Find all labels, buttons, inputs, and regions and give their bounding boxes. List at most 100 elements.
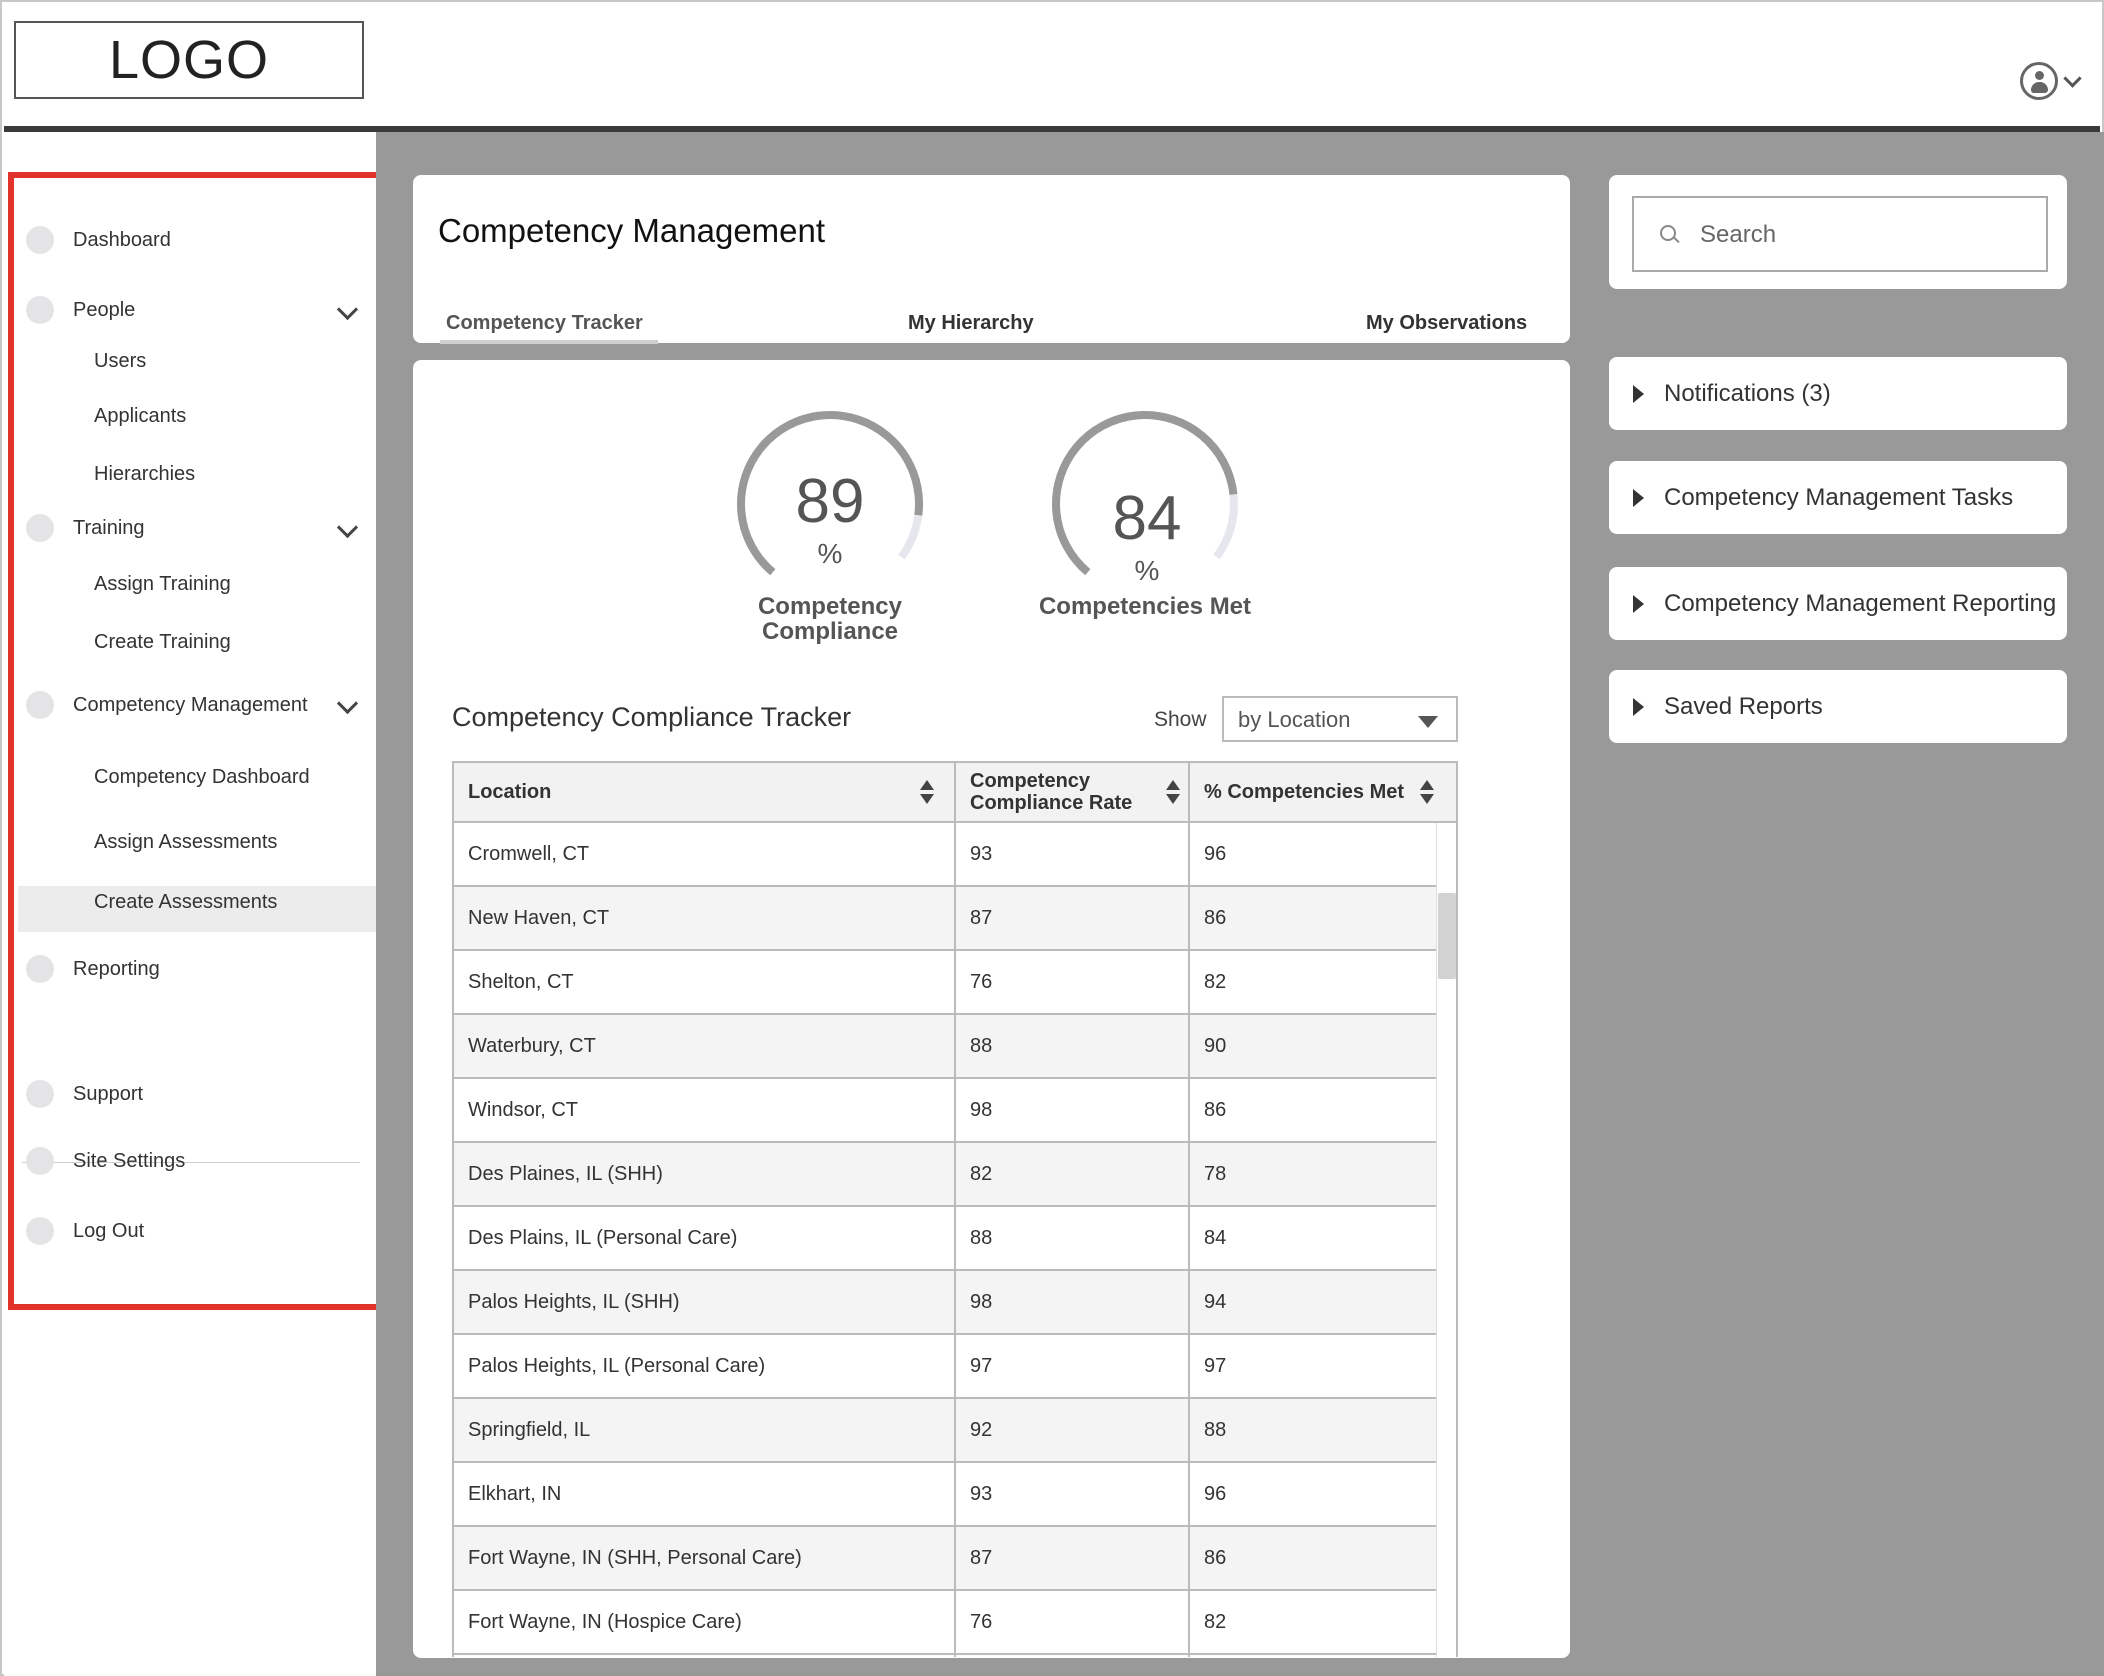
table-row[interactable]: New Haven, CT 87 86 (454, 887, 1436, 951)
chevron-down-icon[interactable] (336, 516, 359, 539)
expand-triangle-icon (1633, 697, 1644, 716)
chevron-down-icon[interactable] (2063, 68, 2082, 88)
sidebar-item-site-settings[interactable]: Site Settings (26, 1147, 185, 1175)
cell-competencies-met: 88 (1204, 1418, 1227, 1441)
circle-icon (26, 955, 54, 983)
circle-icon (26, 514, 54, 542)
search-box[interactable] (1632, 196, 2048, 272)
cell-location: Palos Heights, IL (Personal Care) (468, 1354, 766, 1377)
sidebar-item-dashboard[interactable]: Dashboard (26, 226, 171, 254)
show-label: Show (1154, 708, 1207, 731)
table-row[interactable]: Cromwell, CT 93 96 (454, 823, 1436, 887)
sidebar-item-applicants[interactable]: Applicants (94, 405, 186, 428)
cell-location: Fort Wayne, IN (SHH, Personal Care) (468, 1546, 802, 1569)
cell-location: Windsor, CT (468, 1098, 579, 1121)
competencies-met-unit: % (1134, 555, 1160, 586)
cell-competencies-met: 86 (1204, 906, 1227, 929)
column-header-compliance-rate[interactable]: Competency Compliance Rate (956, 763, 1188, 821)
search-input[interactable] (1698, 216, 2032, 254)
cell-location: Cromwell, CT (468, 842, 590, 865)
sidebar-item-competency-dashboard[interactable]: Competency Dashboard (94, 766, 310, 789)
table-row[interactable]: Des Plains, IL (Personal Care) 88 84 (454, 1207, 1436, 1271)
table-row[interactable]: Springfield, IL 92 88 (454, 1399, 1436, 1463)
sidebar-item-competency-management[interactable]: Competency Management (26, 691, 308, 719)
cell-location: Springfield, IL (468, 1418, 591, 1441)
active-tab-indicator (440, 340, 658, 344)
cell-competencies-met: 84 (1204, 1226, 1227, 1249)
panel-label: Competency Management Tasks (1664, 483, 2014, 511)
table-row[interactable]: Palos Heights, IL (SHH) 98 94 (454, 1271, 1436, 1335)
user-avatar-icon[interactable] (2020, 62, 2058, 100)
cell-compliance-rate: 82 (970, 1162, 993, 1185)
column-divider (1188, 763, 1190, 1657)
sidebar-item-assign-assessments[interactable]: Assign Assessments (94, 831, 277, 854)
user-menu[interactable] (2020, 56, 2100, 106)
cell-competencies-met: 78 (1204, 1162, 1227, 1185)
cell-location: Des Plains, IL (Personal Care) (468, 1226, 738, 1249)
tab-my-observations[interactable]: My Observations (1366, 312, 1527, 335)
sidebar-item-assign-training[interactable]: Assign Training (94, 573, 231, 596)
sort-icon[interactable] (920, 780, 934, 806)
cell-compliance-rate: 76 (970, 1610, 993, 1633)
show-select[interactable]: by Location (1222, 696, 1458, 742)
table-row[interactable]: Palos Heights, IL (Personal Care) 97 97 (454, 1335, 1436, 1399)
cell-location: New Haven, CT (468, 906, 610, 929)
sidebar-item-reporting[interactable]: Reporting (26, 955, 160, 983)
sidebar-item-label: Training (73, 516, 145, 539)
table-scrollbar-thumb[interactable] (1438, 893, 1456, 979)
circle-icon (26, 1217, 54, 1245)
sidebar-item-support[interactable]: Support (26, 1080, 143, 1108)
cell-compliance-rate: 88 (970, 1226, 993, 1249)
table-row[interactable]: Des Plaines, IL (SHH) 82 78 (454, 1143, 1436, 1207)
sidebar-item-create-training[interactable]: Create Training (94, 631, 231, 654)
circle-icon (26, 1080, 54, 1108)
sidebar-item-training[interactable]: Training (26, 514, 145, 542)
circle-icon (26, 691, 54, 719)
circle-icon (26, 296, 54, 324)
search-icon (1660, 225, 1676, 241)
sidebar-item-label: People (73, 298, 136, 321)
competencies-met-value: 84 (1112, 484, 1182, 553)
panel-saved-reports[interactable]: Saved Reports (1609, 670, 2067, 743)
cell-compliance-rate: 87 (970, 906, 993, 929)
table-row[interactable]: Shelton, CT 76 82 (454, 951, 1436, 1015)
cell-compliance-rate: 98 (970, 1290, 993, 1313)
panel-notifications[interactable]: Notifications (3) (1609, 357, 2067, 430)
cell-compliance-rate: 92 (970, 1418, 993, 1441)
sidebar-item-create-assessments[interactable]: Create Assessments (94, 891, 277, 914)
dropdown-arrow-icon (1418, 716, 1438, 728)
chevron-down-icon[interactable] (336, 692, 359, 715)
column-header-location[interactable]: Location (454, 763, 954, 821)
table-row[interactable]: Waterbury, CT 88 90 (454, 1015, 1436, 1079)
chevron-down-icon[interactable] (336, 298, 359, 321)
tab-competency-tracker[interactable]: Competency Tracker (446, 312, 643, 335)
panel-competency-management-reporting[interactable]: Competency Management Reporting (1609, 567, 2067, 640)
sidebar-item-hierarchies[interactable]: Hierarchies (94, 463, 195, 486)
column-header-label: Location (468, 780, 552, 803)
column-header-label-line2: Compliance Rate (970, 792, 1133, 814)
show-select-value: by Location (1238, 707, 1351, 732)
table-row[interactable]: Fort Wayne, IN (Hospice Care) 76 82 (454, 1591, 1436, 1655)
column-header-competencies-met[interactable]: % Competencies Met (1190, 763, 1450, 821)
sort-icon[interactable] (1166, 780, 1180, 806)
compliance-label: Competency Compliance (700, 594, 960, 644)
cell-competencies-met: 94 (1204, 1290, 1227, 1313)
circle-icon (26, 1147, 54, 1175)
logo[interactable]: LOGO (14, 21, 364, 99)
sidebar-item-log-out[interactable]: Log Out (26, 1217, 144, 1245)
panel-competency-management-tasks[interactable]: Competency Management Tasks (1609, 461, 2067, 534)
cell-compliance-rate: 76 (970, 970, 993, 993)
table-row[interactable]: Windsor, CT 98 86 (454, 1079, 1436, 1143)
tab-my-hierarchy[interactable]: My Hierarchy (908, 312, 1034, 335)
circle-icon (26, 226, 54, 254)
cell-location: Palos Heights, IL (SHH) (468, 1290, 680, 1313)
expand-triangle-icon (1633, 488, 1644, 507)
sidebar-item-users[interactable]: Users (94, 350, 146, 373)
sidebar-item-people[interactable]: People (26, 296, 135, 324)
panel-label: Competency Management Reporting (1664, 589, 2057, 617)
table-row[interactable]: Elkhart, IN 93 96 (454, 1463, 1436, 1527)
compliance-label-line1: Competency (757, 593, 903, 620)
sort-icon[interactable] (1420, 780, 1434, 806)
table-row[interactable]: Fort Wayne, IN (SHH, Personal Care) 87 86 (454, 1527, 1436, 1591)
sidebar: Dashboard People Users Applicants Hierar… (4, 132, 384, 1676)
